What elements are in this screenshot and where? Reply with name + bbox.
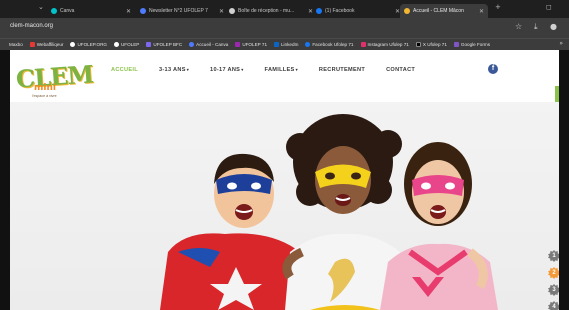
window-left-edge [0,50,10,310]
slide-dot-2-active[interactable]: 2 [548,267,559,279]
globe-icon [113,42,119,47]
tab-facebook[interactable]: (1) Facebook ✕ [316,4,400,18]
chevron-down-icon: ▾ [295,67,298,72]
bookmark-canva[interactable]: Accueil - Canva [189,42,228,47]
tab-label: Canva [60,8,75,14]
bookmark-webaffiliqeur[interactable]: Webaffiliqeur [29,42,64,47]
tab-inbox[interactable]: Boîte de réception - mu... ✕ [229,4,313,18]
bookmark-label: Google Forms [460,42,490,47]
ufolep-bfc-icon [146,42,152,47]
newsletter-favicon [140,8,146,14]
canva-favicon [51,8,57,14]
bookmark-label: LinkedIn [281,42,299,47]
bookmark-maxbo[interactable]: Maxbo [9,42,23,47]
bookmark-instagram-ufolep[interactable]: Instagram Ufolep 71 [360,42,409,47]
slide-dot-3[interactable]: 3 [548,284,559,296]
url-text[interactable]: clem-macon.org [10,23,53,29]
hero-kids-illustration [160,114,498,310]
close-icon[interactable]: ✕ [219,8,224,15]
nav-label: RECRUTEMENT [318,67,366,73]
bookmark-label: Maxbo [9,42,23,47]
kid-right [380,142,498,310]
globe-icon [70,42,76,47]
facebook-icon [305,42,311,47]
google-forms-icon [453,42,459,47]
bookmark-label: UFOLEP 71 [242,42,267,47]
bookmark-label: Accueil - Canva [196,42,229,47]
bookmark-label: UFOLEP BFC [153,42,183,47]
bookmark-facebook-ufolep[interactable]: Facebook Ufolep 71 [305,42,354,47]
slider-pagination: 1 2 3 4 [548,250,559,310]
nav-label: FAMILLES [264,67,295,73]
address-bar[interactable]: clem-macon.org ☆ ⤓ ● [0,18,569,38]
close-icon[interactable]: ✕ [479,8,484,15]
facebook-icon[interactable]: f [488,64,498,74]
linkedin-icon [274,42,279,47]
profile-icon[interactable]: ● [550,22,557,31]
mail-favicon [229,8,235,14]
browser-tab-strip: ⌄ Canva ✕ Newsletter N°2 UFOLEP 7 ✕ Boît… [0,0,569,18]
nav-accueil[interactable]: ACCUEIL [111,67,138,73]
main-nav: ACCUEIL 3-13 ANS▾ 10-17 ANS▾ FAMILLES▾ R… [111,67,415,73]
bookmark-star-icon[interactable]: ☆ [515,22,522,31]
tab-label: (1) Facebook [325,8,355,14]
facebook-favicon [316,8,322,14]
nav-recrutement[interactable]: RECRUTEMENT [319,67,365,73]
download-icon[interactable]: ⤓ [534,22,538,32]
logo-sub: mini [34,83,56,93]
window-right-edge [559,50,569,310]
hero-banner [10,102,559,310]
tab-label: Boîte de réception - mu... [238,8,295,14]
chevron-down-icon: ▾ [186,67,190,72]
nav-10-17-ans[interactable]: 10-17 ANS▾ [210,67,243,73]
bookmark-x-ufolep[interactable]: X Ufolep 71 [415,42,447,47]
nav-label: 10-17 ANS [210,67,241,73]
instagram-icon [360,42,366,47]
nav-label: 3-13 ANS [158,67,186,73]
slide-dot-1[interactable]: 1 [548,250,559,262]
bookmark-ufolep-71[interactable]: UFOLEP 71 [235,42,267,47]
canva-icon [189,42,195,47]
close-icon[interactable]: ✕ [126,8,131,15]
clem-logo[interactable]: CLEM mini l'espace à vivre [15,58,94,102]
new-tab-icon[interactable]: + [495,3,501,11]
website-page: CLEM mini l'espace à vivre ACCUEIL 3-13 … [10,50,559,310]
bookmarks-bar: Maxbo Webaffiliqeur UFOLEP.ORG UFOLEP UF… [0,38,569,50]
bookmark-label: Instagram Ufolep 71 [367,42,409,47]
clem-favicon [404,8,410,14]
bookmark-ufolep-bfc[interactable]: UFOLEP BFC [146,42,182,47]
bookmark-ufolep[interactable]: UFOLEP [113,42,140,47]
bookmark-label: UFOLEP [120,42,140,47]
tab-canva[interactable]: Canva ✕ [51,4,131,18]
window-restore-icon[interactable]: ◻ [546,3,552,11]
webaffiliqeur-icon [29,42,35,47]
nav-contact[interactable]: CONTACT [386,67,415,73]
x-icon [415,42,421,47]
tab-label: Accueil - CLEM Mâcon [413,8,464,14]
tab-newsletter[interactable]: Newsletter N°2 UFOLEP 7 ✕ [140,4,224,18]
bookmark-linkedin[interactable]: LinkedIn [274,42,298,47]
bookmark-label: Webaffiliqeur [36,42,64,47]
tab-label: Newsletter N°2 UFOLEP 7 [149,8,208,14]
bookmark-label: UFOLEP.ORG [77,42,107,47]
nav-familles[interactable]: FAMILLES▾ [265,67,298,73]
user-icon[interactable]: ▲ [555,86,559,102]
tab-search-icon[interactable]: ⌄ [38,3,44,11]
close-icon[interactable]: ✕ [308,8,313,15]
bookmark-google-forms[interactable]: Google Forms [453,42,490,47]
bookmark-label: X Ufolep 71 [422,42,447,47]
bookmark-ufolep-org[interactable]: UFOLEP.ORG [70,42,107,47]
nav-3-13-ans[interactable]: 3-13 ANS▾ [159,67,189,73]
nav-label: ACCUEIL [111,67,138,73]
nav-label: CONTACT [386,67,416,73]
more-bookmarks-icon[interactable]: » [559,40,563,47]
logo-tagline: l'espace à vivre [32,94,57,98]
ufolep-71-icon [235,42,241,47]
slide-dot-4[interactable]: 4 [548,301,559,310]
bookmark-label: Facebook Ufolep 71 [312,42,354,47]
tab-clem-active[interactable]: Accueil - CLEM Mâcon ✕ [400,4,488,18]
chevron-down-icon: ▾ [241,67,244,72]
